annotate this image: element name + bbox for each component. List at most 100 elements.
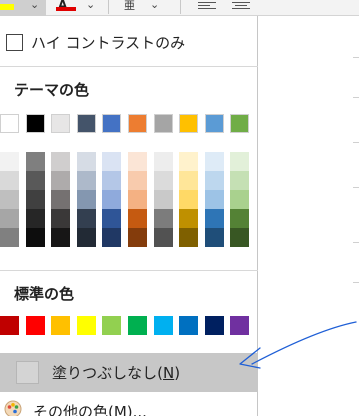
theme-color-shade[interactable] xyxy=(179,228,198,247)
chevron-down-icon[interactable]: ⌄ xyxy=(150,0,159,10)
theme-color-shade[interactable] xyxy=(102,190,121,209)
theme-color-swatch[interactable] xyxy=(128,114,147,133)
standard-color-swatch[interactable] xyxy=(128,316,147,335)
theme-color-shade[interactable] xyxy=(51,152,70,171)
checkbox-icon[interactable] xyxy=(6,33,23,51)
ribbon-separator xyxy=(180,0,181,14)
theme-color-shade[interactable] xyxy=(51,228,70,247)
ruler-tick xyxy=(353,97,359,98)
theme-color-shade[interactable] xyxy=(77,152,96,171)
theme-color-shade[interactable] xyxy=(128,209,147,228)
no-fill-option[interactable]: 塗りつぶしなし(N) xyxy=(0,353,258,392)
theme-color-shade[interactable] xyxy=(154,171,173,190)
color-palette-icon xyxy=(4,400,22,416)
theme-color-shade[interactable] xyxy=(154,209,173,228)
standard-color-swatch[interactable] xyxy=(154,316,173,335)
ruler-tick xyxy=(353,57,359,58)
theme-color-shade[interactable] xyxy=(205,209,224,228)
theme-color-shade[interactable] xyxy=(154,190,173,209)
theme-color-shade[interactable] xyxy=(102,228,121,247)
align-left-icon[interactable] xyxy=(198,2,216,12)
theme-color-swatch[interactable] xyxy=(51,114,70,133)
theme-color-shade[interactable] xyxy=(51,171,70,190)
color-dropdown-panel: ハイ コントラストのみ テーマの色 標準の色 塗りつぶしなし(N) その他の色(… xyxy=(0,16,258,416)
theme-color-shade[interactable] xyxy=(128,152,147,171)
theme-color-shade[interactable] xyxy=(179,152,198,171)
ribbon-strip: ⌄ A ⌄ 亜 ⌄ xyxy=(0,0,359,16)
theme-color-shade[interactable] xyxy=(230,152,249,171)
chevron-down-icon[interactable]: ⌄ xyxy=(86,0,95,10)
theme-color-shade[interactable] xyxy=(154,228,173,247)
theme-color-swatch[interactable] xyxy=(179,114,198,133)
font-color-bar xyxy=(56,7,76,11)
highlight-color-button[interactable]: ⌄ xyxy=(0,0,46,16)
theme-color-shade[interactable] xyxy=(128,190,147,209)
high-contrast-only-option[interactable]: ハイ コントラストのみ xyxy=(6,32,185,52)
highlight-color-bar xyxy=(0,4,14,10)
theme-color-shade[interactable] xyxy=(205,171,224,190)
theme-color-shade[interactable] xyxy=(205,190,224,209)
theme-color-shade[interactable] xyxy=(26,152,45,171)
theme-color-shade[interactable] xyxy=(205,152,224,171)
theme-color-swatch[interactable] xyxy=(102,114,121,133)
theme-color-shade[interactable] xyxy=(0,190,19,209)
annotation-arrow xyxy=(239,321,357,369)
chevron-down-icon[interactable]: ⌄ xyxy=(30,0,39,10)
theme-color-swatch[interactable] xyxy=(0,114,19,133)
standard-color-swatch[interactable] xyxy=(51,316,70,335)
standard-color-swatch[interactable] xyxy=(77,316,96,335)
theme-color-shade[interactable] xyxy=(230,228,249,247)
theme-color-swatch[interactable] xyxy=(205,114,224,133)
theme-color-shade[interactable] xyxy=(77,190,96,209)
theme-color-shade[interactable] xyxy=(128,171,147,190)
theme-color-shade[interactable] xyxy=(102,171,121,190)
standard-colors-heading: 標準の色 xyxy=(14,285,75,303)
theme-color-shade[interactable] xyxy=(179,171,198,190)
theme-color-shade[interactable] xyxy=(230,190,249,209)
theme-color-shade[interactable] xyxy=(0,209,19,228)
standard-color-swatch[interactable] xyxy=(0,316,19,335)
align-center-icon[interactable] xyxy=(232,2,250,12)
theme-color-shade[interactable] xyxy=(205,228,224,247)
more-colors-option[interactable]: その他の色(M)... xyxy=(0,396,258,416)
theme-color-swatch[interactable] xyxy=(26,114,45,133)
divider xyxy=(0,270,258,271)
ruler-tick xyxy=(353,242,359,243)
theme-color-shade[interactable] xyxy=(77,228,96,247)
ruler-tick xyxy=(353,142,359,143)
phonetic-guide-icon[interactable]: 亜 xyxy=(124,0,135,13)
standard-color-swatch[interactable] xyxy=(205,316,224,335)
standard-color-swatch[interactable] xyxy=(26,316,45,335)
ruler-tick xyxy=(353,187,359,188)
theme-color-shade[interactable] xyxy=(51,190,70,209)
theme-color-shade[interactable] xyxy=(77,171,96,190)
ruler-tick xyxy=(353,282,359,283)
theme-color-shade[interactable] xyxy=(230,171,249,190)
theme-color-shade[interactable] xyxy=(0,171,19,190)
theme-color-shade[interactable] xyxy=(102,209,121,228)
no-fill-label: 塗りつぶしなし(N) xyxy=(52,364,181,382)
theme-color-shade[interactable] xyxy=(77,209,96,228)
theme-color-shade[interactable] xyxy=(26,209,45,228)
standard-color-swatch[interactable] xyxy=(102,316,121,335)
theme-color-shade[interactable] xyxy=(154,152,173,171)
theme-color-swatch[interactable] xyxy=(77,114,96,133)
ribbon-separator xyxy=(108,0,109,14)
theme-color-shade[interactable] xyxy=(26,228,45,247)
theme-color-shade[interactable] xyxy=(51,209,70,228)
theme-color-shade[interactable] xyxy=(102,152,121,171)
theme-color-shade[interactable] xyxy=(179,190,198,209)
theme-color-swatch[interactable] xyxy=(230,114,249,133)
high-contrast-label: ハイ コントラストのみ xyxy=(31,33,186,52)
theme-color-shade[interactable] xyxy=(179,209,198,228)
theme-color-shade[interactable] xyxy=(0,228,19,247)
theme-color-swatch[interactable] xyxy=(154,114,173,133)
theme-color-shade[interactable] xyxy=(128,228,147,247)
theme-color-shade[interactable] xyxy=(230,209,249,228)
standard-color-swatch[interactable] xyxy=(179,316,198,335)
more-colors-label: その他の色(M)... xyxy=(33,403,147,416)
theme-color-shade[interactable] xyxy=(0,152,19,171)
theme-color-shade[interactable] xyxy=(26,190,45,209)
theme-colors-heading: テーマの色 xyxy=(14,81,90,99)
theme-color-shade[interactable] xyxy=(26,171,45,190)
